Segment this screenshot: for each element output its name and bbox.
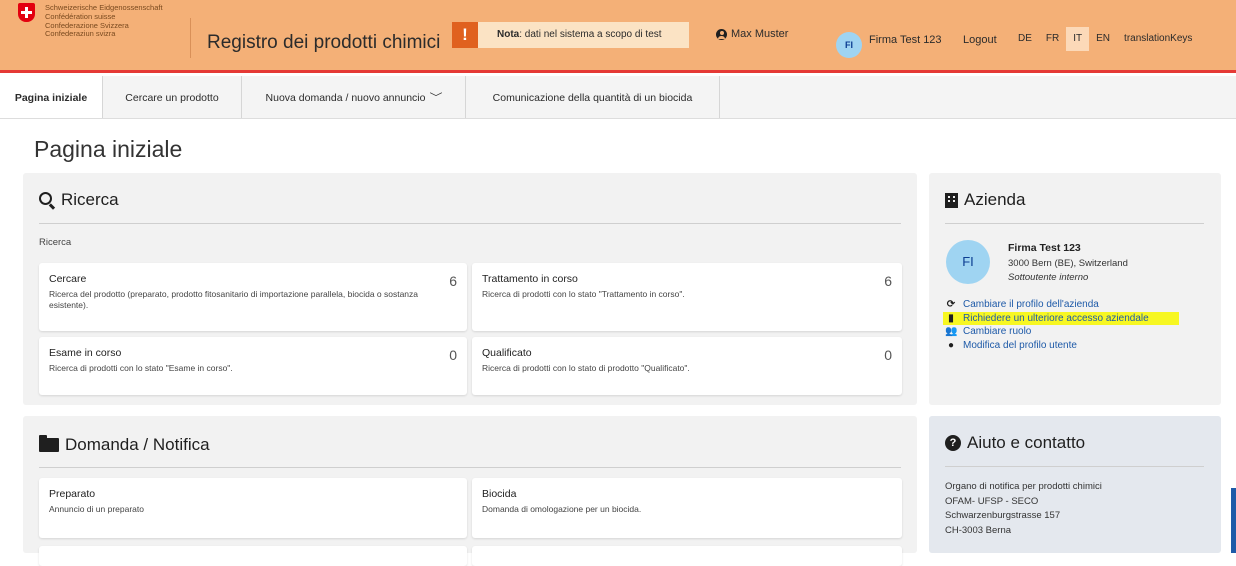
card-description: Ricerca di prodotti con lo stato di prod… [482,363,690,373]
note-message: : dati nel sistema a scopo di test [519,29,662,40]
card-title: Biocida [482,488,517,500]
building-icon: ▮ [948,312,954,324]
link-label: Modifica del profilo utente [963,339,1077,351]
domanda-heading: Domanda / Notifica [39,435,210,455]
user-menu[interactable]: Max Muster [716,28,788,40]
test-system-note: ! Nota: dati nel sistema a scopo di test [452,22,689,48]
aiuto-title: Aiuto e contatto [967,433,1086,452]
link-change-company-profile[interactable]: ⟳ Cambiare il profilo dell'azienda [945,298,1179,312]
contact-line: Organo di notifica per prodotti chimici [945,481,1102,492]
header-divider [190,18,191,58]
exclamation-icon: ! [452,22,478,48]
request-card-preparato[interactable]: Preparato Annuncio di un preparato [39,478,467,538]
card-description: Domanda di omologazione per un biocida. [482,504,642,514]
domanda-panel: Domanda / Notifica Preparato Annuncio di… [23,416,917,566]
link-label: Cambiare il profilo dell'azienda [963,299,1099,310]
card-description: Ricerca di prodotti con lo stato "Esame … [49,363,233,373]
divider [39,223,901,224]
request-card-biocida[interactable]: Biocida Domanda di omologazione per un b… [472,478,902,538]
search-card-cercare[interactable]: Cercare 6 Ricerca del prodotto (preparat… [39,263,467,331]
card-count: 0 [884,347,892,363]
language-de[interactable]: DE [1011,27,1039,51]
search-card-trattamento[interactable]: Trattamento in corso 6 Ricerca di prodot… [472,263,902,331]
request-card[interactable] [39,546,467,566]
contact-info: Organo di notifica per prodotti chimici … [945,480,1102,538]
card-count: 6 [884,273,892,289]
ricerca-title: Ricerca [61,190,119,209]
question-circle-icon: ? [945,435,961,451]
card-count: 6 [449,273,457,289]
azienda-panel: Azienda FI Firma Test 123 3000 Bern (BE)… [929,173,1221,405]
logout-link[interactable]: Logout [963,34,997,46]
main-nav: Pagina iniziale Cercare un prodotto Nuov… [0,76,1236,119]
card-description: Annuncio di un preparato [49,504,144,514]
swiss-flag-logo [18,3,35,22]
ricerca-panel: Ricerca Ricerca Cercare 6 Ricerca del pr… [23,173,917,405]
company-name: Firma Test 123 [1008,242,1081,254]
divider [945,466,1204,467]
confederation-logotype: Schweizerische Eidgenossenschaft Confédé… [45,3,163,39]
users-icon: 👥 [945,326,958,337]
card-title: Trattamento in corso [482,273,578,285]
search-icon [39,192,55,208]
request-card[interactable] [472,546,902,566]
building-icon [945,192,958,208]
card-description: Ricerca del prodotto (preparato, prodott… [49,289,419,310]
link-label: Richiedere un ulteriore accesso aziendal… [963,312,1149,324]
company-avatar: FI [946,240,990,284]
app-header: Schweizerische Eidgenossenschaft Confédé… [0,0,1236,73]
card-title: Esame in corso [49,347,122,359]
user-circle-icon: ● [947,339,955,351]
user-circle-icon [716,28,727,40]
card-title: Qualificato [482,347,532,359]
language-en[interactable]: EN [1089,27,1117,51]
domanda-title: Domanda / Notifica [65,435,210,454]
contact-line: OFAM- UFSP - SECO [945,495,1039,507]
link-change-role[interactable]: 👥 Cambiare ruolo [945,325,1179,339]
aiuto-heading: ? Aiuto e contatto [945,433,1085,453]
search-card-esame[interactable]: Esame in corso 0 Ricerca di prodotti con… [39,337,467,395]
company-role: Sottoutente interno [1008,272,1089,283]
card-title: Cercare [49,273,87,285]
language-fr[interactable]: FR [1039,27,1066,51]
page-title: Pagina iniziale [34,136,183,162]
note-label: Nota [497,29,520,40]
divider [945,223,1204,224]
user-name: Max Muster [731,28,789,40]
chevron-down-icon: ﹀ [429,93,443,104]
ricerca-subtitle: Ricerca [39,237,72,248]
azienda-title: Azienda [964,190,1026,209]
sync-icon: ⟳ [946,299,956,310]
tab-pagina-iniziale[interactable]: Pagina iniziale [0,76,103,118]
card-description: Ricerca di prodotti con lo stato "Tratta… [482,289,685,299]
link-request-company-access[interactable]: ▮ Richiedere un ulteriore accesso aziend… [943,311,1179,325]
tab-nuova-domanda[interactable]: Nuova domanda / nuovo annuncio ﹀ [242,76,466,118]
company-links: ⟳ Cambiare il profilo dell'azienda ▮ Ric… [943,298,1179,353]
app-title[interactable]: Registro dei prodotti chimici [207,32,440,54]
search-card-qualificato[interactable]: Qualificato 0 Ricerca di prodotti con lo… [472,337,902,395]
firm-name-link[interactable]: Firma Test 123 [869,34,942,46]
language-it[interactable]: IT [1066,27,1090,51]
confederation-line: Confederaziun svizra [45,29,116,39]
link-edit-user-profile[interactable]: ● Modifica del profilo utente [945,339,1179,353]
tab-cercare-prodotto[interactable]: Cercare un prodotto [103,76,242,118]
company-address: 3000 Bern (BE), Switzerland [1008,258,1128,269]
tab-comunicazione-biocida[interactable]: Comunicazione della quantità di un bioci… [466,76,720,118]
folder-icon [39,435,59,452]
card-title: Preparato [49,488,96,500]
language-switcher: DE FR IT EN translationKeys [1011,27,1199,51]
firm-avatar[interactable]: FI [836,32,862,58]
card-count: 0 [449,347,457,363]
contact-line: Schwarzenburgstrasse 157 [945,510,1061,521]
azienda-heading: Azienda [945,190,1025,210]
ricerca-heading: Ricerca [39,190,119,210]
divider [39,467,901,468]
feedback-tab[interactable] [1231,488,1236,553]
language-translationkeys[interactable]: translationKeys [1117,27,1199,51]
link-label: Cambiare ruolo [963,326,1032,337]
tab-nuova-domanda-label: Nuova domanda / nuovo annuncio [265,92,426,104]
contact-line: CH-3003 Berna [945,524,1012,536]
note-text: Nota: dati nel sistema a scopo di test [497,29,662,40]
